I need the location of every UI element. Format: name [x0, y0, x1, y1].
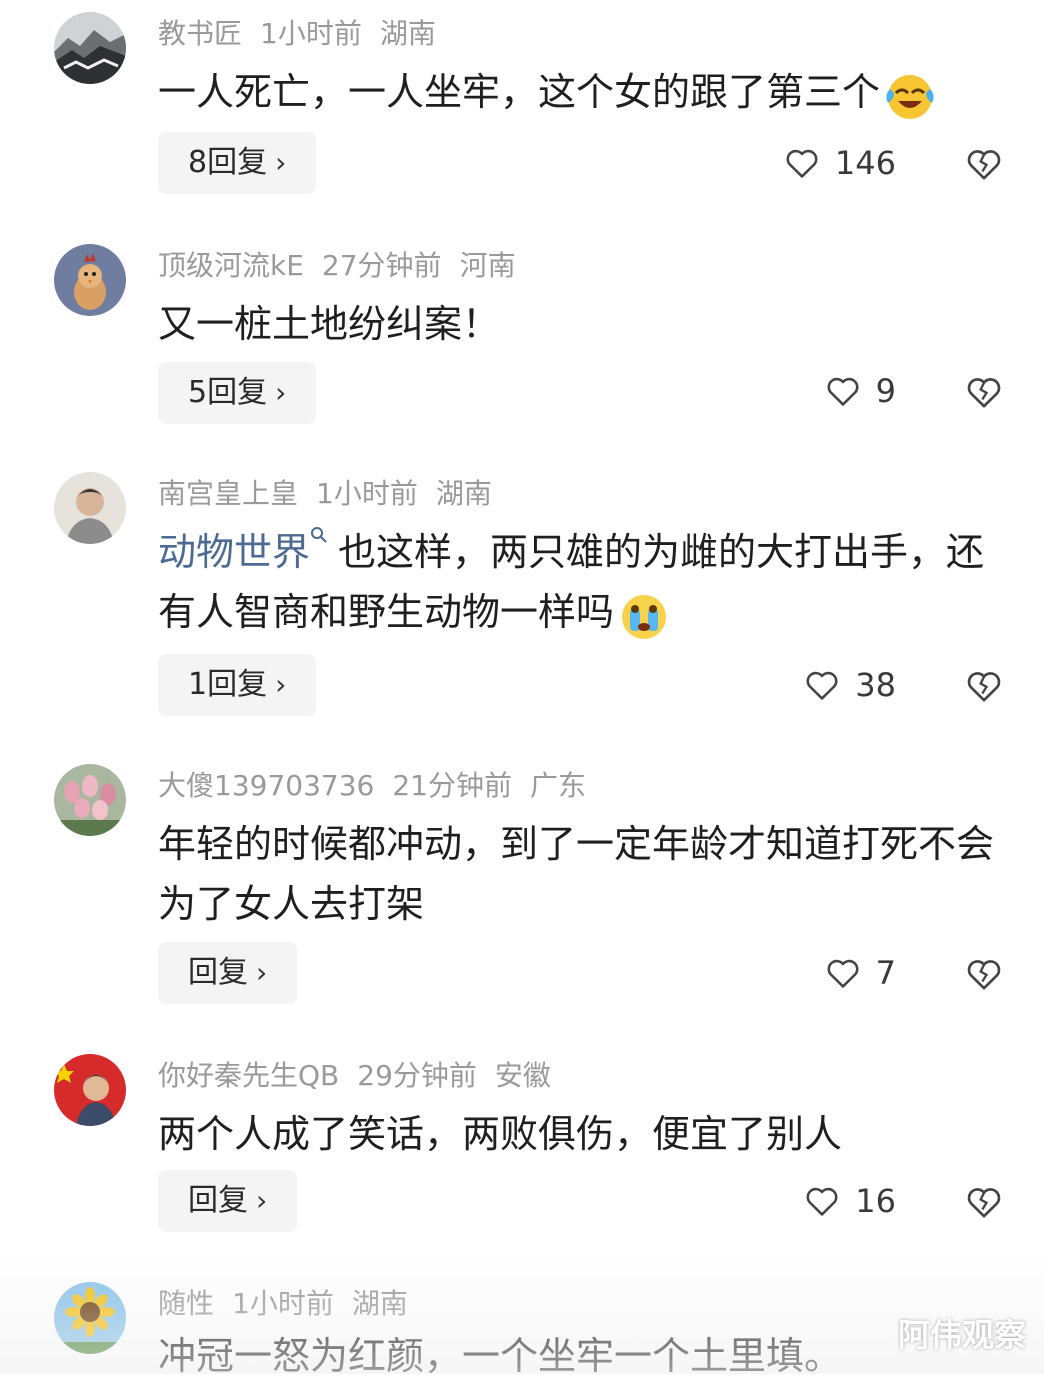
heart-outline-icon: [786, 149, 818, 178]
comment-item: 教书匠 1小时前 湖南 一人死亡，一人坐牢，这个女的跟了第三个 8回复 › 146: [0, 0, 1044, 230]
like-button[interactable]: 16: [803, 1176, 896, 1226]
comment-meta: 顶级河流kE 27分钟前 河南: [158, 246, 534, 286]
reply-button[interactable]: 5回复 ›: [158, 362, 317, 424]
reply-button[interactable]: 1回复 ›: [158, 654, 317, 716]
chevron-right-icon: ›: [275, 376, 287, 409]
location: 安徽: [494, 1059, 551, 1092]
like-button[interactable]: 146: [783, 138, 896, 188]
laughing-crying-emoji: [886, 74, 934, 119]
comment-text: 两个人成了笑话，两败俱伤，便宜了别人: [158, 1104, 1008, 1164]
like-button[interactable]: 7: [824, 948, 896, 998]
comment-item: 大傻139703736 21分钟前 广东 年轻的时候都冲动，到了一定年龄才知道打死不…: [0, 752, 1044, 1042]
comment-meta: 教书匠 1小时前 湖南: [158, 14, 454, 54]
location: 湖南: [351, 1287, 408, 1320]
username[interactable]: 你好秦先生QB: [158, 1059, 339, 1092]
comment-body: 两个人成了笑话，两败俱伤，便宜了别人: [158, 1112, 843, 1156]
heart-outline-icon: [806, 1187, 838, 1216]
broken-heart-icon[interactable]: [964, 144, 1004, 184]
chevron-right-icon: ›: [275, 668, 287, 701]
location: 广东: [529, 769, 586, 802]
mention-link[interactable]: 动物世界: [158, 530, 310, 574]
chevron-right-icon: ›: [256, 956, 268, 989]
location: 湖南: [435, 477, 492, 510]
crying-emoji: [622, 594, 667, 639]
reply-label: 回复: [188, 955, 248, 990]
username[interactable]: 顶级河流kE: [158, 249, 304, 282]
heart-outline-icon: [827, 377, 859, 406]
comment-body: 又一桩土地纷纠案！: [158, 302, 501, 346]
avatar[interactable]: [54, 244, 126, 316]
username[interactable]: 随性: [158, 1287, 214, 1320]
comment-item: 南宫皇上皇 1小时前 湖南 动物世界 也这样，两只雄的为雌的大打出手，还有人智商和野生…: [0, 460, 1044, 752]
comment-text: 动物世界 也这样，两只雄的为雌的大打出手，还有人智商和野生动物一样吗: [158, 522, 1008, 643]
timestamp: 21分钟前: [392, 769, 512, 802]
chevron-right-icon: ›: [256, 1184, 268, 1217]
timestamp: 29分钟前: [357, 1059, 477, 1092]
comment-item: 你好秦先生QB 29分钟前 安徽 两个人成了笑话，两败俱伤，便宜了别人 回复 › 16: [0, 1042, 1044, 1270]
reply-button[interactable]: 回复 ›: [158, 942, 298, 1004]
like-count: 146: [834, 144, 896, 182]
avatar[interactable]: [54, 472, 126, 544]
username[interactable]: 大傻139703736: [158, 769, 374, 802]
timestamp: 27分钟前: [321, 249, 442, 282]
location: 湖南: [379, 17, 436, 50]
heart-outline-icon: [827, 959, 859, 988]
comment-meta: 你好秦先生QB 29分钟前 安徽: [158, 1056, 569, 1096]
like-button[interactable]: 38: [803, 660, 896, 710]
timestamp: 1小时前: [316, 477, 418, 510]
avatar[interactable]: [54, 1282, 126, 1354]
broken-heart-icon[interactable]: [964, 372, 1004, 412]
watermark: 阿伟观察: [897, 1316, 1026, 1354]
comment-item: 随性 1小时前 湖南 冲冠一怒为红颜，一个坐牢一个土里填。: [0, 1270, 1044, 1378]
username[interactable]: 教书匠: [158, 17, 242, 50]
reply-label: 1回复: [188, 667, 268, 702]
comment-body: 年轻的时候都冲动，到了一定年龄才知道打死不会为了女人去打架: [158, 822, 995, 926]
broken-heart-icon[interactable]: [964, 1182, 1004, 1222]
like-button[interactable]: 9: [824, 366, 896, 416]
comment-text: 又一桩土地纷纠案！: [158, 294, 1008, 354]
search-icon: [311, 527, 327, 543]
like-count: 38: [855, 666, 896, 704]
comment-text: 冲冠一怒为红颜，一个坐牢一个土里填。: [158, 1326, 1008, 1386]
reply-button[interactable]: 8回复 ›: [158, 132, 317, 194]
comment-text: 一人死亡，一人坐牢，这个女的跟了第三个: [158, 62, 1008, 123]
comment-meta: 随性 1小时前 湖南: [158, 1284, 426, 1324]
comment-body: 一人死亡，一人坐牢，这个女的跟了第三个: [158, 70, 881, 114]
comment-item: 顶级河流kE 27分钟前 河南 又一桩土地纷纠案！ 5回复 › 9: [0, 232, 1044, 460]
avatar[interactable]: [54, 764, 126, 836]
chevron-right-icon: ›: [275, 146, 287, 179]
comment-meta: 南宫皇上皇 1小时前 湖南: [158, 474, 510, 514]
reply-button[interactable]: 回复 ›: [158, 1170, 298, 1232]
avatar[interactable]: [54, 12, 126, 84]
heart-outline-icon: [806, 671, 838, 700]
reply-label: 5回复: [188, 375, 268, 410]
like-count: 16: [855, 1182, 896, 1220]
reply-label: 回复: [188, 1183, 248, 1218]
timestamp: 1小时前: [260, 17, 362, 50]
broken-heart-icon[interactable]: [964, 954, 1004, 994]
username[interactable]: 南宫皇上皇: [158, 477, 298, 510]
comment-feed: 教书匠 1小时前 湖南 一人死亡，一人坐牢，这个女的跟了第三个 8回复 › 146: [0, 0, 1044, 1378]
like-count: 7: [875, 954, 896, 992]
location: 河南: [459, 249, 516, 282]
broken-heart-icon[interactable]: [964, 666, 1004, 706]
comment-meta: 大傻139703736 21分钟前 广东: [158, 766, 604, 806]
timestamp: 1小时前: [232, 1287, 334, 1320]
avatar[interactable]: [54, 1054, 126, 1126]
reply-label: 8回复: [188, 145, 268, 180]
comment-body: 冲冠一怒为红颜，一个坐牢一个土里填。: [158, 1334, 843, 1378]
like-count: 9: [875, 372, 896, 410]
comment-text: 年轻的时候都冲动，到了一定年龄才知道打死不会为了女人去打架: [158, 814, 1008, 934]
